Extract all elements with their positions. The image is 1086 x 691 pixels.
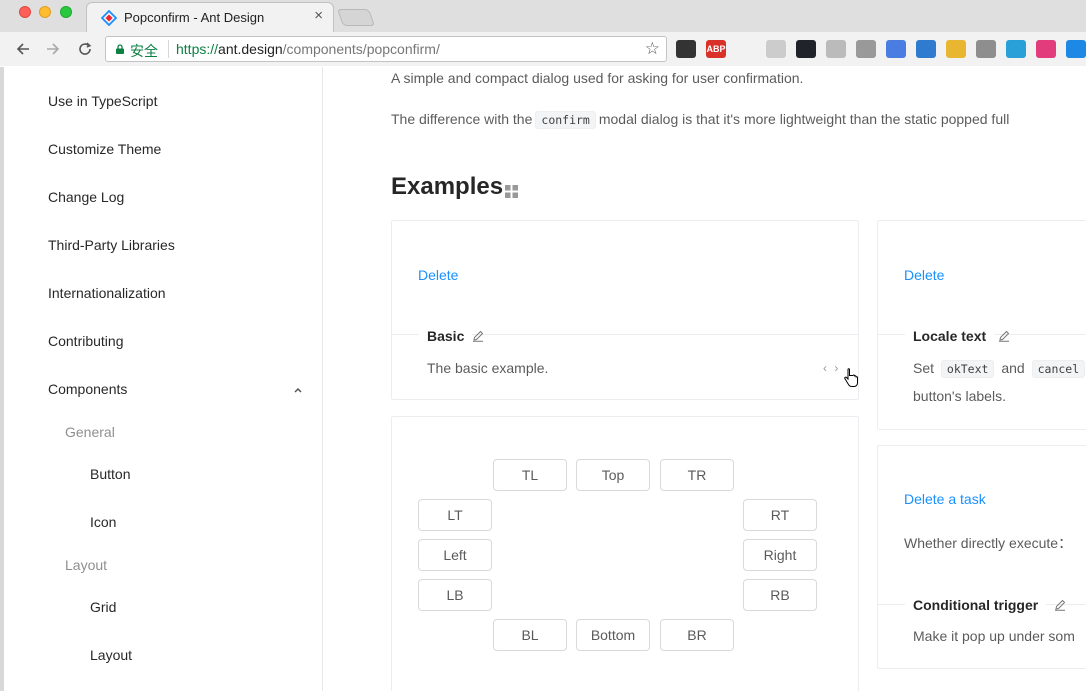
sidebar-item-customize-theme[interactable]: Customize Theme xyxy=(48,141,161,157)
browser-toolbar: 安全 https://ant.design/components/popconf… xyxy=(0,32,1086,66)
page-extension-icon[interactable] xyxy=(826,40,846,58)
sidebar-menu: Use in TypeScript Customize Theme Change… xyxy=(0,67,323,691)
locale-description-line2: button's labels. xyxy=(913,388,1006,404)
move-tool-icon[interactable] xyxy=(736,40,756,58)
arrow-left-icon xyxy=(16,43,29,55)
secure-label: 安全 xyxy=(130,43,158,59)
new-tab-button[interactable] xyxy=(336,9,376,26)
placement-top-button[interactable]: Top xyxy=(576,459,650,491)
sidebar-item-components[interactable]: Components xyxy=(48,381,127,397)
placement-rb-button[interactable]: RB xyxy=(743,579,817,611)
ant-design-logo-icon xyxy=(101,10,117,26)
url-text: https://ant.design/components/popconfirm… xyxy=(176,41,440,57)
reload-icon xyxy=(79,42,92,55)
browser-chrome: Popconfirm - Ant Design × 安全 https://ant… xyxy=(0,0,1086,66)
extensions-area: ABP xyxy=(676,39,1086,59)
example-card-placement: TL Top TR LT Left LB RT Right RB BL Bott… xyxy=(391,416,859,691)
basic-title: Basic xyxy=(419,328,473,344)
minimize-window-button[interactable] xyxy=(39,6,51,18)
edit-icon[interactable] xyxy=(472,330,484,342)
example-card-basic: Delete Basic The basic example. ‹ › xyxy=(391,220,859,400)
locale-title: Locale text xyxy=(905,328,995,344)
placement-right-button[interactable]: Right xyxy=(743,539,817,571)
placement-tr-button[interactable]: TR xyxy=(660,459,734,491)
react-devtools-icon[interactable] xyxy=(796,40,816,58)
oktext-code: okText xyxy=(940,360,995,378)
canceltext-code: cancel xyxy=(1031,360,1086,378)
address-bar[interactable]: 安全 https://ant.design/components/popconf… xyxy=(105,36,667,62)
forward-button[interactable] xyxy=(42,38,64,60)
close-window-button[interactable] xyxy=(19,6,31,18)
reload-button[interactable] xyxy=(74,38,96,60)
back-button[interactable] xyxy=(12,38,34,60)
conditional-directly-execute: Whether directly execute： xyxy=(904,535,1073,551)
locale-delete-link[interactable]: Delete xyxy=(904,267,944,283)
basic-delete-link[interactable]: Delete xyxy=(418,267,458,283)
main-content: A simple and compact dialog used for ask… xyxy=(324,67,1086,691)
intro-text: A simple and compact dialog used for ask… xyxy=(391,70,804,86)
address-separator xyxy=(168,40,169,58)
placement-left-button[interactable]: Left xyxy=(418,539,492,571)
tag-extension-icon[interactable] xyxy=(856,40,876,58)
sidebar-item-typescript[interactable]: Use in TypeScript xyxy=(48,93,157,109)
vectr-icon[interactable] xyxy=(886,40,906,58)
code-expand-icon[interactable]: ‹ › xyxy=(823,361,840,375)
locale-description: Set okText and cancel xyxy=(913,360,1086,378)
color-palette-icon[interactable] xyxy=(946,40,966,58)
sidebar-item-layout[interactable]: Layout xyxy=(90,647,132,663)
tab-title: Popconfirm - Ant Design xyxy=(124,10,265,25)
calendar-extension-icon[interactable] xyxy=(1006,40,1026,58)
delete-task-link[interactable]: Delete a task xyxy=(904,491,986,507)
edit-icon[interactable] xyxy=(1054,599,1066,611)
placement-bottom-button[interactable]: Bottom xyxy=(576,619,650,651)
sidebar-item-contributing[interactable]: Contributing xyxy=(48,333,124,349)
sidebar-item-icon[interactable]: Icon xyxy=(90,514,116,530)
edit-icon[interactable] xyxy=(998,330,1010,342)
sidebar-item-change-log[interactable]: Change Log xyxy=(48,189,124,205)
basic-description: The basic example. xyxy=(427,360,549,376)
placement-tl-button[interactable]: TL xyxy=(493,459,567,491)
placement-br-button[interactable]: BR xyxy=(660,619,734,651)
sidebar-item-i18n[interactable]: Internationalization xyxy=(48,285,166,301)
sidebar-item-button[interactable]: Button xyxy=(90,466,130,482)
layout-grid-icon[interactable] xyxy=(505,185,518,198)
circle-extension-icon[interactable] xyxy=(766,40,786,58)
adblock-plus-icon[interactable]: ABP xyxy=(706,40,726,58)
eye-extension-icon[interactable] xyxy=(1066,40,1086,58)
ghostery-icon[interactable] xyxy=(676,40,696,58)
placement-lb-button[interactable]: LB xyxy=(418,579,492,611)
color-wheel-icon[interactable] xyxy=(1036,40,1056,58)
sidebar-group-general: General xyxy=(65,424,115,440)
s-extension-icon[interactable] xyxy=(976,40,996,58)
confirm-code: confirm xyxy=(535,111,596,129)
chevron-up-icon[interactable] xyxy=(293,385,303,395)
maximize-window-button[interactable] xyxy=(60,6,72,18)
example-card-conditional: Delete a task Whether directly execute： … xyxy=(877,445,1086,669)
placement-bl-button[interactable]: BL xyxy=(493,619,567,651)
tab-strip: Popconfirm - Ant Design × xyxy=(0,0,1086,32)
conditional-title: Conditional trigger xyxy=(905,597,1047,613)
tab-close-icon[interactable]: × xyxy=(314,8,323,24)
browser-tab-active[interactable]: Popconfirm - Ant Design × xyxy=(86,2,334,32)
lock-icon xyxy=(116,44,124,54)
sync-extension-icon[interactable] xyxy=(916,40,936,58)
conditional-description: Make it pop up under som xyxy=(913,628,1075,644)
sidebar-item-grid[interactable]: Grid xyxy=(90,599,116,615)
sidebar-item-third-party[interactable]: Third-Party Libraries xyxy=(48,237,175,253)
intro-difference-text: The difference with the confirm modal dial… xyxy=(391,111,1010,129)
placement-lt-button[interactable]: LT xyxy=(418,499,492,531)
examples-heading: Examples xyxy=(391,173,504,200)
bookmark-star-icon[interactable]: ☆ xyxy=(645,39,660,59)
sidebar-group-layout: Layout xyxy=(65,557,108,573)
example-card-locale: Delete Locale text Set okText and cancel… xyxy=(877,220,1086,430)
placement-rt-button[interactable]: RT xyxy=(743,499,817,531)
hand-cursor-icon xyxy=(844,368,858,387)
arrow-right-icon xyxy=(47,43,60,55)
